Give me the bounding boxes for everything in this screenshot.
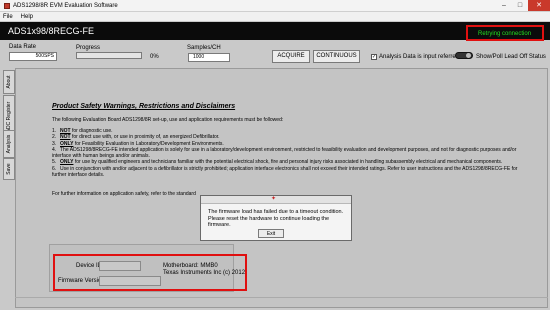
- disclaimer-item-emphasis: NOT: [60, 128, 71, 134]
- minimize-icon[interactable]: –: [496, 0, 512, 11]
- disclaimer-item: 4. The ADS1298/8RECG-FE intended applicat…: [52, 147, 532, 160]
- motherboard-label: Motherboard: MMB0: [163, 263, 218, 269]
- window-titlebar: ADS1298/8R EVM Evaluation Software – □ ✕: [0, 0, 550, 12]
- firmware-version-label: Firmware Version: [58, 278, 105, 284]
- disclaimer-intro: The following Evaluation Board ADS1298/8…: [52, 117, 284, 123]
- disclaimer-item-emphasis: ONLY: [60, 159, 74, 166]
- disclaimer-item-text: for use by qualified engineers and techn…: [73, 159, 503, 166]
- disclaimer-item-text: The ADS1298/8RECG-FE intended applicatio…: [52, 146, 517, 160]
- continuous-button[interactable]: CONTINUOUS: [313, 50, 360, 63]
- analysis-checkbox-label: Analysis Data is input referred: [379, 54, 460, 60]
- disclaimer-item-text: for direct use with, or use in proximity…: [70, 134, 220, 141]
- close-icon[interactable]: ✕: [528, 0, 550, 11]
- menu-file[interactable]: File: [3, 14, 13, 20]
- dialog-message-line2: Please reset the hardware to continue lo…: [208, 215, 330, 229]
- disclaimer-item-emphasis: NOT: [60, 134, 71, 141]
- lead-off-toggle[interactable]: [455, 52, 473, 59]
- dialog-message-line1: The firmware load has failed due to a ti…: [208, 209, 344, 215]
- firmware-version-field: [99, 276, 161, 286]
- progress-label: Progress: [76, 45, 101, 51]
- tab-about[interactable]: About: [3, 70, 15, 94]
- product-title: ADS1x98/8RECG-FE: [8, 26, 95, 36]
- exit-button[interactable]: Exit: [258, 229, 284, 238]
- dialog-message: The firmware load has failed due to a ti…: [208, 209, 350, 229]
- window-title: ADS1298/8R EVM Evaluation Software: [13, 2, 118, 9]
- disclaimer-item-text: for Feasibility Evaluation in Laboratory…: [73, 140, 224, 147]
- menu-help[interactable]: Help: [21, 14, 33, 20]
- disclaimer-item-emphasis: ONLY: [60, 140, 74, 147]
- connection-status: Retrying connection: [478, 31, 532, 37]
- lead-off-label: Show/Poll Lead Off Status: [476, 54, 546, 60]
- data-rate-field[interactable]: 500SPS: [9, 52, 57, 61]
- progress-value: 0%: [150, 54, 159, 60]
- disclaimer-item-text: for diagnostic use.: [70, 128, 113, 134]
- firmware-error-dialog: ✦ The firmware load has failed due to a …: [200, 195, 352, 241]
- disclaimer-further: For further information on application s…: [52, 191, 196, 197]
- menu-bar: File Help: [0, 12, 550, 21]
- maximize-icon[interactable]: □: [512, 0, 528, 11]
- data-rate-label: Data Rate: [9, 44, 37, 50]
- tab-save[interactable]: Save: [3, 158, 15, 180]
- samples-input[interactable]: 1000: [188, 53, 230, 62]
- disclaimer-item: 6. Use in conjunction with and/or adjacen…: [52, 166, 532, 179]
- dialog-titlebar: ✦: [201, 196, 351, 204]
- disclaimer-title: Product Safety Warnings, Restrictions an…: [52, 103, 236, 110]
- app-icon: [4, 2, 10, 9]
- disclaimer-list: 1. NOT for diagnostic use. 2. NOT for direc…: [52, 128, 532, 178]
- copyright-label: Texas Instruments Inc (c) 2012: [163, 270, 246, 276]
- device-id-field: [99, 261, 141, 271]
- tab-analysis[interactable]: Analysis: [3, 130, 15, 158]
- panel-footer-line: [15, 297, 548, 298]
- ti-logo-icon: ✦: [271, 196, 277, 202]
- acquire-button[interactable]: ACQUIRE: [272, 50, 310, 63]
- analysis-checkbox[interactable]: ✓: [371, 54, 377, 60]
- window-controls: – □ ✕: [496, 0, 550, 11]
- progress-bar: [76, 52, 142, 59]
- checkmark-icon: ✓: [372, 54, 377, 60]
- disclaimer-item-text: Use in conjunction with and/or adjacent …: [52, 165, 518, 179]
- samples-label: Samples/CH: [187, 45, 221, 51]
